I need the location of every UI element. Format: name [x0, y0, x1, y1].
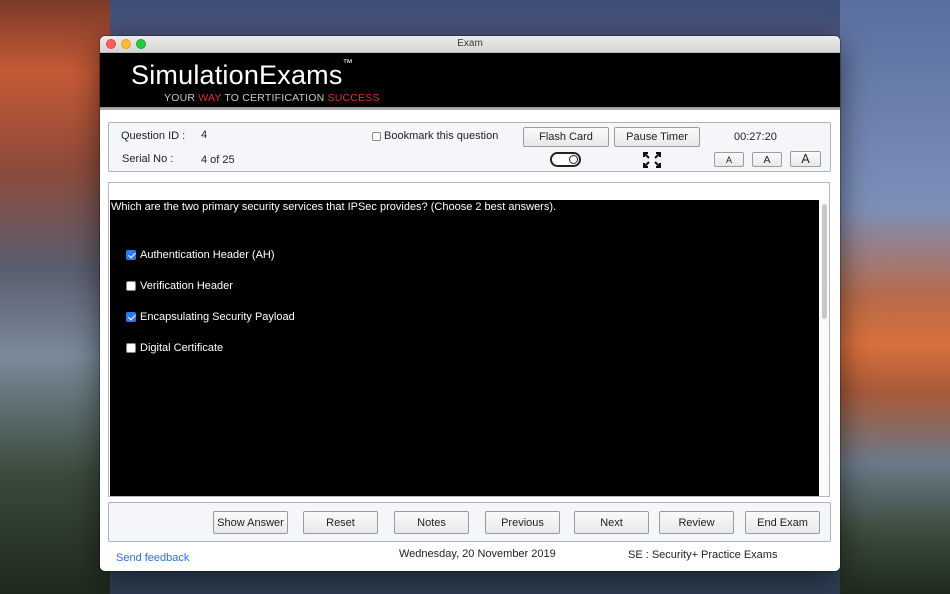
- current-date: Wednesday, 20 November 2019: [399, 548, 556, 560]
- scrollbar-thumb[interactable]: [822, 204, 827, 319]
- reset-button[interactable]: Reset: [303, 511, 378, 534]
- answer-label[interactable]: Digital Certificate: [140, 342, 223, 354]
- question-id-label: Question ID :: [121, 130, 186, 142]
- tagline-part-accent: SUCCESS: [327, 92, 380, 104]
- brand-name: SimulationExams: [131, 60, 343, 90]
- question-info-panel: Question ID : 4 Serial No : 4 of 25 Book…: [108, 122, 831, 172]
- tagline-part: YOUR: [164, 92, 199, 104]
- end-exam-button[interactable]: End Exam: [745, 511, 820, 534]
- font-size-large-button[interactable]: A: [790, 151, 821, 167]
- exam-timer: 00:27:20: [734, 131, 777, 143]
- notes-button[interactable]: Notes: [394, 511, 469, 534]
- desktop-wallpaper-right: [840, 0, 950, 594]
- brand-logo: SimulationExams™: [131, 58, 353, 91]
- title-bar[interactable]: Exam: [100, 36, 840, 53]
- brand-banner: SimulationExams™ YOUR WAY TO CERTIFICATI…: [100, 53, 840, 107]
- answer-label[interactable]: Verification Header: [140, 280, 233, 292]
- exam-actions-panel: Show Answer Reset Notes Previous Next Re…: [108, 502, 831, 542]
- question-area: Which are the two primary security servi…: [110, 200, 819, 496]
- show-answer-button[interactable]: Show Answer: [213, 511, 288, 534]
- tagline-part-accent: WAY: [198, 92, 222, 104]
- question-id-value: 4: [201, 129, 208, 141]
- answer-checkbox[interactable]: [126, 250, 136, 260]
- tagline-part: TO CERTIFICATION: [221, 92, 328, 104]
- answer-checkbox[interactable]: [126, 312, 136, 322]
- question-text: Which are the two primary security servi…: [111, 201, 557, 213]
- desktop-wallpaper-left: [0, 0, 110, 594]
- brand-tagline: YOUR WAY TO CERTIFICATION SUCCESS: [164, 92, 380, 104]
- flash-card-toggle[interactable]: [550, 152, 581, 167]
- font-size-small-button[interactable]: A: [714, 152, 744, 167]
- status-footer: Send feedback Wednesday, 20 November 201…: [100, 548, 840, 568]
- pause-timer-button[interactable]: Pause Timer: [614, 127, 700, 147]
- review-button[interactable]: Review: [659, 511, 734, 534]
- answer-label[interactable]: Encapsulating Security Payload: [140, 311, 295, 323]
- question-scrollbar[interactable]: [820, 200, 829, 496]
- toggle-knob: [569, 155, 578, 164]
- bookmark-label[interactable]: Bookmark this question: [384, 130, 498, 142]
- answer-checkbox[interactable]: [126, 343, 136, 353]
- fullscreen-icon[interactable]: [643, 152, 661, 168]
- serial-no-value: 4 of 25: [201, 154, 235, 166]
- flash-card-button[interactable]: Flash Card: [523, 127, 609, 147]
- window-title: Exam: [457, 38, 483, 49]
- previous-button[interactable]: Previous: [485, 511, 560, 534]
- bookmark-checkbox[interactable]: [372, 132, 381, 141]
- serial-no-label: Serial No :: [122, 153, 174, 165]
- question-panel: Which are the two primary security servi…: [108, 182, 830, 497]
- answer-checkbox[interactable]: [126, 281, 136, 291]
- exam-window: Exam SimulationExams™ YOUR WAY TO CERTIF…: [100, 36, 840, 571]
- send-feedback-link[interactable]: Send feedback: [116, 552, 189, 564]
- trademark-symbol: ™: [342, 58, 353, 69]
- exam-content: Question ID : 4 Serial No : 4 of 25 Book…: [100, 110, 840, 571]
- exam-name: SE : Security+ Practice Exams: [628, 549, 778, 561]
- next-button[interactable]: Next: [574, 511, 649, 534]
- font-size-medium-button[interactable]: A: [752, 152, 782, 167]
- answer-label[interactable]: Authentication Header (AH): [140, 249, 275, 261]
